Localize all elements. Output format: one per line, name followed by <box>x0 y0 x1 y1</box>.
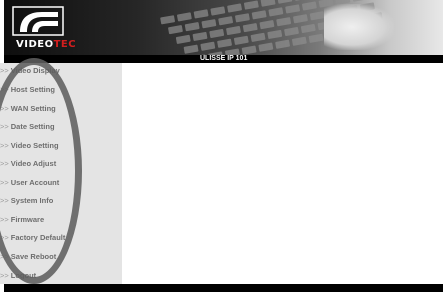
sidebar-item-label: Factory Default <box>10 233 66 242</box>
sidebar-item-label: Firmware <box>10 215 45 224</box>
sidebar-item-wan-setting[interactable]: >> WAN Setting <box>0 101 122 117</box>
arrow-icon: >> <box>0 271 9 280</box>
arrow-icon: >> <box>0 178 9 187</box>
arrow-icon: >> <box>0 85 9 94</box>
sidebar-item-system-info[interactable]: >> System Info <box>0 193 122 209</box>
arrow-icon: >> <box>0 141 9 150</box>
sidebar-item-label: Date Setting <box>10 122 55 131</box>
arrow-icon: >> <box>0 233 9 242</box>
sidebar-item-label: Video Display <box>10 66 60 75</box>
device-title-bar: ULISSE IP 101 <box>4 55 443 63</box>
sidebar-item-user-account[interactable]: >> User Account <box>0 175 122 191</box>
arrow-icon: >> <box>0 66 9 75</box>
sidebar-item-firmware[interactable]: >> Firmware <box>0 212 122 228</box>
sidebar-item-video-setting[interactable]: >> Video Setting <box>0 138 122 154</box>
arrow-icon: >> <box>0 196 9 205</box>
sidebar-item-label: Logout <box>10 271 37 280</box>
sidebar-item-label: Save Reboot <box>10 252 57 261</box>
sidebar-item-label: Host Setting <box>10 85 55 94</box>
hand-photo <box>324 4 394 50</box>
sidebar-item-factory-default[interactable]: >> Factory Default <box>0 230 122 246</box>
sidebar-item-label: User Account <box>10 178 60 187</box>
sidebar-item-label: Video Setting <box>10 141 59 150</box>
arrow-icon: >> <box>0 122 9 131</box>
sidebar-item-label: Video Adjust <box>10 159 57 168</box>
sidebar-item-label: WAN Setting <box>10 104 56 113</box>
sidebar-item-logout[interactable]: >> Logout <box>0 268 122 284</box>
footer-bar <box>4 284 443 292</box>
sidebar-menu: >> Video Display >> Host Setting >> WAN Set… <box>0 63 122 284</box>
arrow-icon: >> <box>0 252 9 261</box>
sidebar-item-video-adjust[interactable]: >> Video Adjust <box>0 156 122 172</box>
videotec-logo: VIDEOTEC <box>12 6 76 52</box>
logo-mark-icon <box>12 6 64 36</box>
sidebar-item-date-setting[interactable]: >> Date Setting <box>0 119 122 135</box>
header-banner: VIDEOTEC <box>4 0 443 55</box>
sidebar-item-video-display[interactable]: >> Video Display <box>0 63 122 79</box>
sidebar-item-label: System Info <box>10 196 54 205</box>
arrow-icon: >> <box>0 215 9 224</box>
device-title: ULISSE IP 101 <box>200 55 248 62</box>
arrow-icon: >> <box>0 159 9 168</box>
main-content-area <box>122 63 443 284</box>
arrow-icon: >> <box>0 104 9 113</box>
sidebar-item-host-setting[interactable]: >> Host Setting <box>0 82 122 98</box>
sidebar-item-save-reboot[interactable]: >> Save Reboot <box>0 249 122 265</box>
logo-text: VIDEOTEC <box>16 39 77 50</box>
